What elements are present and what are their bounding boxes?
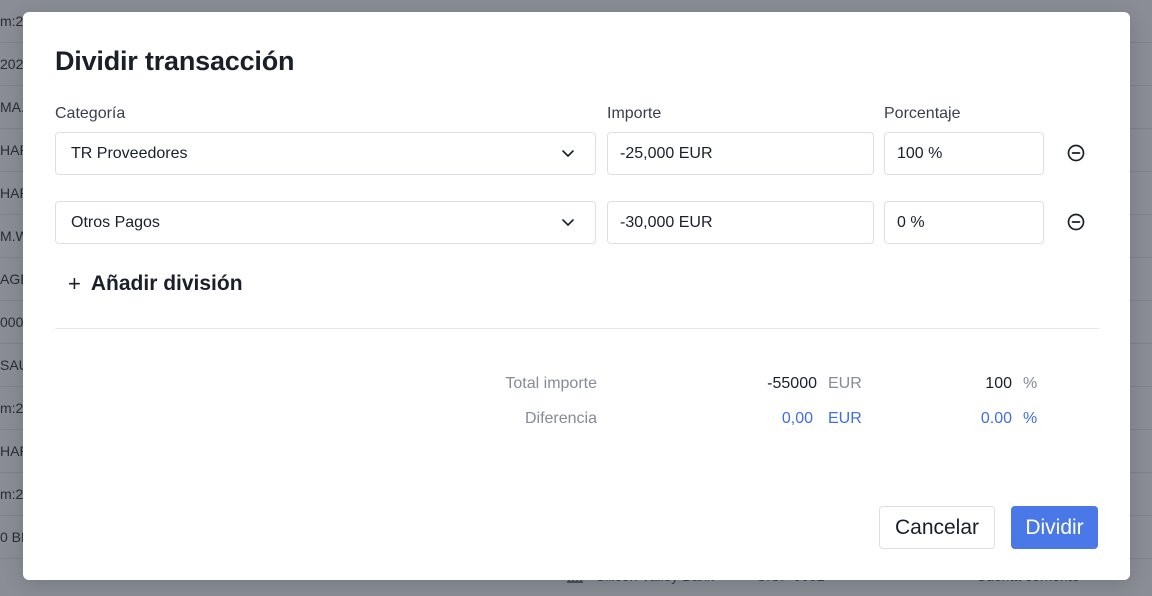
background-cell: M.W — [0, 228, 24, 244]
background-cell: 0 BE — [0, 529, 24, 545]
category-select[interactable]: TR Proveedores — [55, 132, 596, 175]
background-cell: MA. — [0, 99, 24, 115]
category-select[interactable]: Otros Pagos — [55, 201, 596, 244]
difference-label: Diferencia — [524, 410, 597, 427]
split-button[interactable]: Dividir — [1011, 506, 1098, 549]
difference-percent-value: 0.00 — [980, 410, 1012, 427]
total-amount-currency: EUR — [828, 375, 862, 392]
background-cell: HAR — [0, 185, 24, 201]
remove-row-button[interactable] — [1066, 143, 1086, 163]
difference-amount-currency: EUR — [828, 410, 862, 427]
split-transaction-modal: Dividir transacción Categoría Importe Po… — [23, 12, 1130, 580]
category-select-value: Otros Pagos — [71, 213, 160, 231]
percentage-input[interactable]: 100 % — [884, 132, 1044, 175]
difference-amount-value: 0,00 — [781, 410, 813, 427]
amount-input[interactable]: -30,000 EUR — [607, 201, 874, 244]
add-split-button[interactable]: + Añadir división — [68, 272, 243, 296]
plus-icon: + — [68, 271, 81, 296]
cancel-button[interactable]: Cancelar — [879, 506, 995, 549]
percentage-input[interactable]: 0 % — [884, 201, 1044, 244]
amount-input[interactable]: -25,000 EUR — [607, 132, 874, 175]
column-label-category: Categoría — [55, 105, 126, 122]
chevron-down-icon — [561, 146, 575, 160]
minus-circle-icon — [1067, 144, 1085, 162]
column-label-percentage: Porcentaje — [884, 105, 961, 122]
category-select-value: TR Proveedores — [71, 144, 188, 162]
minus-circle-icon — [1067, 213, 1085, 231]
total-amount-value: -55000 — [767, 375, 817, 392]
total-percent-value: 100 — [985, 375, 1012, 392]
divider — [55, 328, 1099, 329]
background-cell: HAR — [0, 142, 24, 158]
percentage-input-value: 100 % — [897, 144, 943, 162]
background-cell: 202 — [0, 56, 24, 72]
background-cell: m:2 — [0, 400, 24, 416]
background-cell: 000 — [0, 314, 24, 330]
modal-title: Dividir transacción — [55, 46, 295, 76]
chevron-down-icon — [561, 215, 575, 229]
background-cell: SAU — [0, 357, 24, 373]
percentage-input-value: 0 % — [897, 213, 925, 231]
background-cell: m:2 — [0, 13, 24, 29]
column-label-amount: Importe — [607, 105, 662, 122]
difference-percent-unit: % — [1023, 410, 1038, 427]
background-cell: m:2 — [0, 486, 24, 502]
remove-row-button[interactable] — [1066, 212, 1086, 232]
total-amount-label: Total importe — [505, 375, 597, 392]
background-cell: HAR — [0, 443, 24, 459]
background-cell: AGE — [0, 271, 24, 287]
amount-input-value: -25,000 EUR — [620, 144, 713, 162]
amount-input-value: -30,000 EUR — [620, 213, 713, 231]
add-split-label: Añadir división — [90, 272, 243, 295]
total-percent-unit: % — [1023, 375, 1038, 392]
